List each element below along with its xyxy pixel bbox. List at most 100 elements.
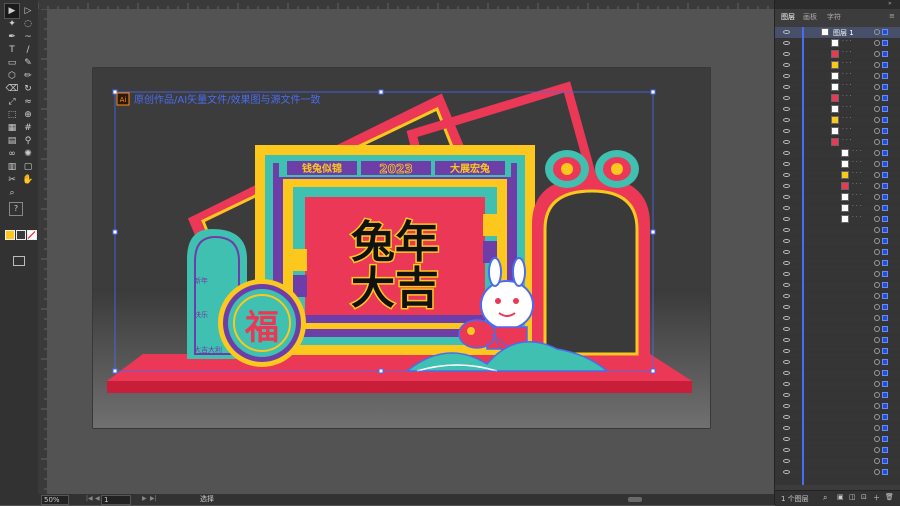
screen-mode-icon[interactable] [13,256,25,266]
search-icon[interactable]: ⌕ [823,493,827,503]
target-circle-icon[interactable] [874,348,880,354]
visibility-eye-icon[interactable] [783,459,790,463]
perspective-tool-icon[interactable]: ▦ [5,121,19,135]
help-icon[interactable]: ? [9,202,23,216]
visibility-eye-icon[interactable] [783,52,790,56]
selection-square-icon[interactable] [882,447,888,453]
selection-square-icon[interactable] [882,172,888,178]
clipping-mask-icon[interactable]: ◫ [849,493,856,501]
target-circle-icon[interactable] [874,315,880,321]
width-tool-icon[interactable]: ≈ [21,95,35,109]
selection-square-icon[interactable] [882,40,888,46]
selection-square-icon[interactable] [882,238,888,244]
visibility-eye-icon[interactable] [783,360,790,364]
stroke-swatch[interactable] [16,230,26,240]
tab-artboards[interactable]: 画板 [803,12,817,22]
visibility-eye-icon[interactable] [783,371,790,375]
rectangle-tool-icon[interactable]: ▭ [5,56,19,70]
visibility-eye-icon[interactable] [783,162,790,166]
next-artboard-button[interactable]: ▶ [142,495,147,502]
selection-square-icon[interactable] [882,139,888,145]
visibility-eye-icon[interactable] [783,294,790,298]
target-circle-icon[interactable] [874,447,880,453]
visibility-eye-icon[interactable] [783,316,790,320]
selection-square-icon[interactable] [882,95,888,101]
visibility-eye-icon[interactable] [783,74,790,78]
artboard-number-field[interactable]: 1 [101,495,131,505]
last-artboard-button[interactable]: ▶| [150,495,157,502]
new-sublayer-icon[interactable]: ⊡ [861,493,867,501]
selection-square-icon[interactable] [882,436,888,442]
rotate-tool-icon[interactable]: ↻ [21,82,35,96]
visibility-eye-icon[interactable] [783,305,790,309]
target-circle-icon[interactable] [874,51,880,57]
visibility-eye-icon[interactable] [783,415,790,419]
selection-square-icon[interactable] [882,458,888,464]
new-layer-icon[interactable]: ＋ [873,493,880,503]
visibility-eye-icon[interactable] [783,327,790,331]
selection-square-icon[interactable] [882,304,888,310]
shaper-tool-icon[interactable]: ⬡ [5,69,19,83]
visibility-eye-icon[interactable] [783,261,790,265]
target-circle-icon[interactable] [874,403,880,409]
curvature-tool-icon[interactable]: ~ [21,30,35,44]
selection-square-icon[interactable] [882,359,888,365]
selection-square-icon[interactable] [882,260,888,266]
visibility-eye-icon[interactable] [783,184,790,188]
selection-square-icon[interactable] [882,150,888,156]
visibility-eye-icon[interactable] [783,206,790,210]
selection-square-icon[interactable] [882,128,888,134]
visibility-eye-icon[interactable] [783,107,790,111]
target-circle-icon[interactable] [874,392,880,398]
visibility-eye-icon[interactable] [783,437,790,441]
line-tool-icon[interactable]: / [21,43,35,57]
none-swatch[interactable] [27,230,37,240]
panel-menu-icon[interactable]: ≡ [889,12,895,20]
gradient-tool-icon[interactable]: ▤ [5,134,19,148]
target-circle-icon[interactable] [874,205,880,211]
mesh-tool-icon[interactable]: # [21,121,35,135]
visibility-eye-icon[interactable] [783,30,790,34]
graph-tool-icon[interactable]: ▥ [5,160,19,174]
visibility-eye-icon[interactable] [783,393,790,397]
tab-layers[interactable]: 图层 [781,12,795,22]
selection-square-icon[interactable] [882,403,888,409]
selection-square-icon[interactable] [882,337,888,343]
target-circle-icon[interactable] [874,304,880,310]
scale-tool-icon[interactable]: ⤢ [5,95,19,109]
target-circle-icon[interactable] [874,282,880,288]
visibility-eye-icon[interactable] [783,63,790,67]
selection-square-icon[interactable] [882,326,888,332]
target-circle-icon[interactable] [874,260,880,266]
delete-layer-icon[interactable]: 🗑 [885,493,894,501]
blend-tool-icon[interactable]: ∞ [5,147,19,161]
selection-square-icon[interactable] [882,249,888,255]
target-circle-icon[interactable] [874,381,880,387]
target-circle-icon[interactable] [874,370,880,376]
direct-selection-tool-icon[interactable]: ▷ [21,4,35,18]
visibility-eye-icon[interactable] [783,129,790,133]
selection-square-icon[interactable] [882,205,888,211]
target-circle-icon[interactable] [874,414,880,420]
selection-square-icon[interactable] [882,381,888,387]
visibility-eye-icon[interactable] [783,448,790,452]
lasso-tool-icon[interactable]: ◌ [21,17,35,31]
artboard-tool-icon[interactable]: ▢ [21,160,35,174]
visibility-eye-icon[interactable] [783,96,790,100]
target-circle-icon[interactable] [874,271,880,277]
selection-square-icon[interactable] [882,392,888,398]
target-circle-icon[interactable] [874,227,880,233]
selection-square-icon[interactable] [882,29,888,35]
visibility-eye-icon[interactable] [783,382,790,386]
zoom-tool-icon[interactable]: ⌕ [5,186,19,200]
artwork-svg[interactable]: 钱兔似锦 2023 大展宏兔 兔年 大吉 福 新年 快乐 大吉大利 Ai 原创作… [47,9,774,494]
target-circle-icon[interactable] [874,458,880,464]
selection-square-icon[interactable] [882,293,888,299]
free-transform-tool-icon[interactable]: ⬚ [5,108,19,122]
target-circle-icon[interactable] [874,40,880,46]
selection-square-icon[interactable] [882,51,888,57]
target-circle-icon[interactable] [874,62,880,68]
shape-builder-tool-icon[interactable]: ⊕ [21,108,35,122]
paintbrush-tool-icon[interactable]: ✎ [21,56,35,70]
selection-square-icon[interactable] [882,425,888,431]
